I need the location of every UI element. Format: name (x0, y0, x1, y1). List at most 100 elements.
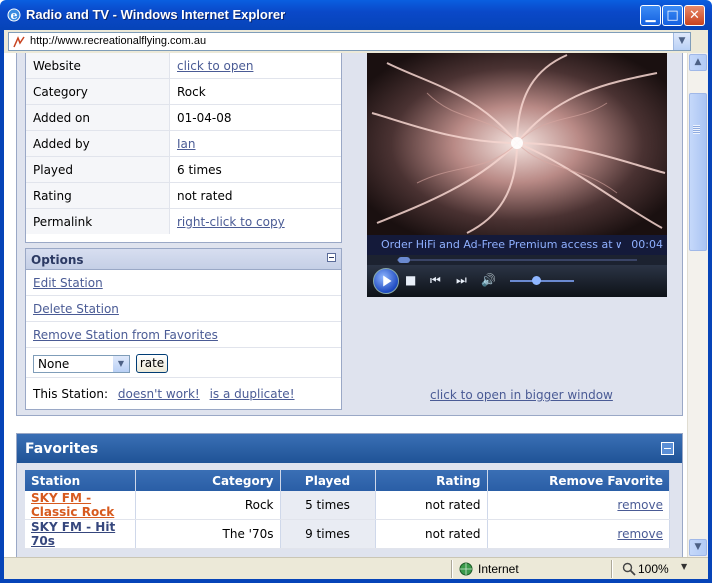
category-cell: Rock (135, 491, 281, 520)
detail-label: Rating (26, 183, 170, 208)
vertical-scrollbar[interactable]: ▲ ▼ (687, 53, 708, 557)
remove-favorite-link[interactable]: remove (617, 498, 663, 512)
zoom-level[interactable]: 100% (638, 562, 669, 576)
detail-value: 6 times (177, 163, 222, 177)
options-title: Options (31, 253, 84, 267)
detail-row-rating: Rating not rated (26, 183, 341, 209)
column-header-category[interactable]: Category (135, 470, 281, 491)
seek-thumb[interactable] (398, 257, 411, 263)
close-button[interactable]: ✕ (684, 5, 705, 26)
url-field[interactable]: http://www.recreationalflying.com.au ▼ (8, 32, 691, 51)
detail-row-permalink: Permalink right-click to copy (26, 209, 341, 235)
permalink-link[interactable]: right-click to copy (177, 215, 285, 229)
delete-station-link[interactable]: Delete Station (33, 302, 119, 316)
favorites-table: Station Category Played Rating Remove Fa… (25, 470, 670, 549)
played-cell: 9 times (280, 519, 376, 549)
category-cell: The '70s (135, 519, 281, 549)
option-row: Edit Station (26, 270, 341, 296)
address-bar: http://www.recreationalflying.com.au ▼ (0, 30, 712, 53)
added-by-link[interactable]: Ian (177, 137, 196, 151)
remove-favorite-link[interactable]: remove (617, 527, 663, 541)
favorites-header: Favorites (17, 434, 682, 463)
detail-value: Rock (177, 85, 206, 99)
scrollbar-grip (693, 125, 700, 134)
column-header-played[interactable]: Played (280, 470, 376, 491)
chevron-down-icon: ▼ (113, 356, 129, 372)
chevron-down-icon[interactable]: ▼ (681, 562, 687, 571)
rating-select-value: None (38, 357, 70, 371)
this-station-label: This Station: (33, 387, 109, 401)
stream-caption: Order HiFi and Ad-Free Premium access at… (381, 238, 621, 251)
next-icon[interactable]: ⏭ (456, 273, 467, 288)
option-row: Delete Station (26, 296, 341, 322)
station-details: Website click to open Category Rock Adde… (25, 53, 342, 243)
svg-text:e: e (11, 9, 18, 22)
remove-cell: remove (487, 491, 670, 520)
remove-cell: remove (487, 519, 670, 549)
rating-select[interactable]: None ▼ (33, 355, 130, 373)
detail-row-played: Played 6 times (26, 157, 341, 183)
table-header-row: Station Category Played Rating Remove Fa… (25, 470, 670, 491)
column-header-remove[interactable]: Remove Favorite (487, 470, 670, 491)
detail-label: Website (26, 53, 170, 78)
station-link-hit-70s[interactable]: SKY FM - Hit 70s (31, 520, 115, 548)
detail-label: Added on (26, 105, 170, 130)
url-text: http://www.recreationalflying.com.au (30, 35, 207, 47)
chevron-down-icon[interactable]: ▼ (673, 33, 690, 50)
station-cell: SKY FM - Classic Rock (25, 491, 136, 520)
scrollbar-thumb[interactable] (689, 93, 707, 251)
column-header-rating[interactable]: Rating (375, 470, 488, 491)
play-icon (383, 275, 392, 287)
close-icon: ✕ (689, 8, 700, 23)
favorites-title: Favorites (25, 441, 99, 457)
collapse-icon[interactable] (661, 442, 674, 455)
volume-thumb[interactable] (531, 276, 541, 285)
rating-cell: not rated (375, 519, 488, 549)
detail-value: not rated (177, 189, 233, 203)
rating-row: None ▼ rate (26, 348, 341, 378)
security-zone[interactable]: Internet (478, 562, 519, 576)
detail-label: Permalink (26, 209, 170, 234)
media-player[interactable]: Order HiFi and Ad-Free Premium access at… (367, 53, 667, 297)
maximize-button[interactable]: □ (662, 5, 683, 26)
window-frame-bottom (0, 579, 712, 583)
remove-from-favorites-link[interactable]: Remove Station from Favorites (33, 328, 218, 342)
volume-icon[interactable]: 🔊 (481, 273, 496, 287)
page-viewport: Website click to open Category Rock Adde… (4, 53, 687, 557)
page-icon (13, 36, 25, 48)
option-row: Remove Station from Favorites (26, 322, 341, 348)
minimize-button[interactable]: ▁ (640, 5, 661, 26)
doesnt-work-link[interactable]: doesn't work! (118, 387, 200, 401)
detail-label: Category (26, 79, 170, 104)
website-link[interactable]: click to open (177, 59, 253, 73)
stop-icon[interactable]: ■ (405, 273, 416, 287)
scroll-up-icon[interactable]: ▲ (689, 54, 707, 71)
table-row: SKY FM - Hit 70s The '70s 9 times not ra… (25, 519, 670, 549)
title-bar: e Radio and TV - Windows Internet Explor… (0, 0, 712, 30)
detail-row-added-by: Added by Ian (26, 131, 341, 157)
detail-row-website: Website click to open (26, 53, 341, 79)
seek-track[interactable] (397, 259, 637, 261)
previous-icon[interactable]: ⏮ (430, 273, 441, 288)
edit-station-link[interactable]: Edit Station (33, 276, 103, 290)
play-button[interactable] (373, 268, 399, 294)
status-divider (451, 560, 453, 578)
minimize-icon: ▁ (645, 8, 656, 23)
collapse-icon[interactable] (327, 253, 336, 262)
station-link-classic-rock[interactable]: SKY FM - Classic Rock (31, 491, 114, 519)
window-frame-right (708, 53, 712, 583)
rate-button[interactable]: rate (136, 354, 168, 373)
volume-slider[interactable] (510, 280, 574, 282)
open-bigger-window-link[interactable]: click to open in bigger window (430, 388, 613, 402)
scroll-down-icon[interactable]: ▼ (689, 539, 707, 556)
seek-bar[interactable] (367, 255, 667, 265)
options-header: Options (26, 249, 341, 270)
is-duplicate-link[interactable]: is a duplicate! (210, 387, 295, 401)
detail-label: Added by (26, 131, 170, 156)
globe-icon (459, 562, 473, 576)
caption-bar: Order HiFi and Ad-Free Premium access at… (367, 235, 667, 255)
column-header-station[interactable]: Station (25, 470, 136, 491)
status-bar: Internet 100% ▼ (4, 557, 708, 579)
maximize-icon: □ (666, 8, 679, 23)
internet-explorer-icon: e (7, 8, 21, 22)
